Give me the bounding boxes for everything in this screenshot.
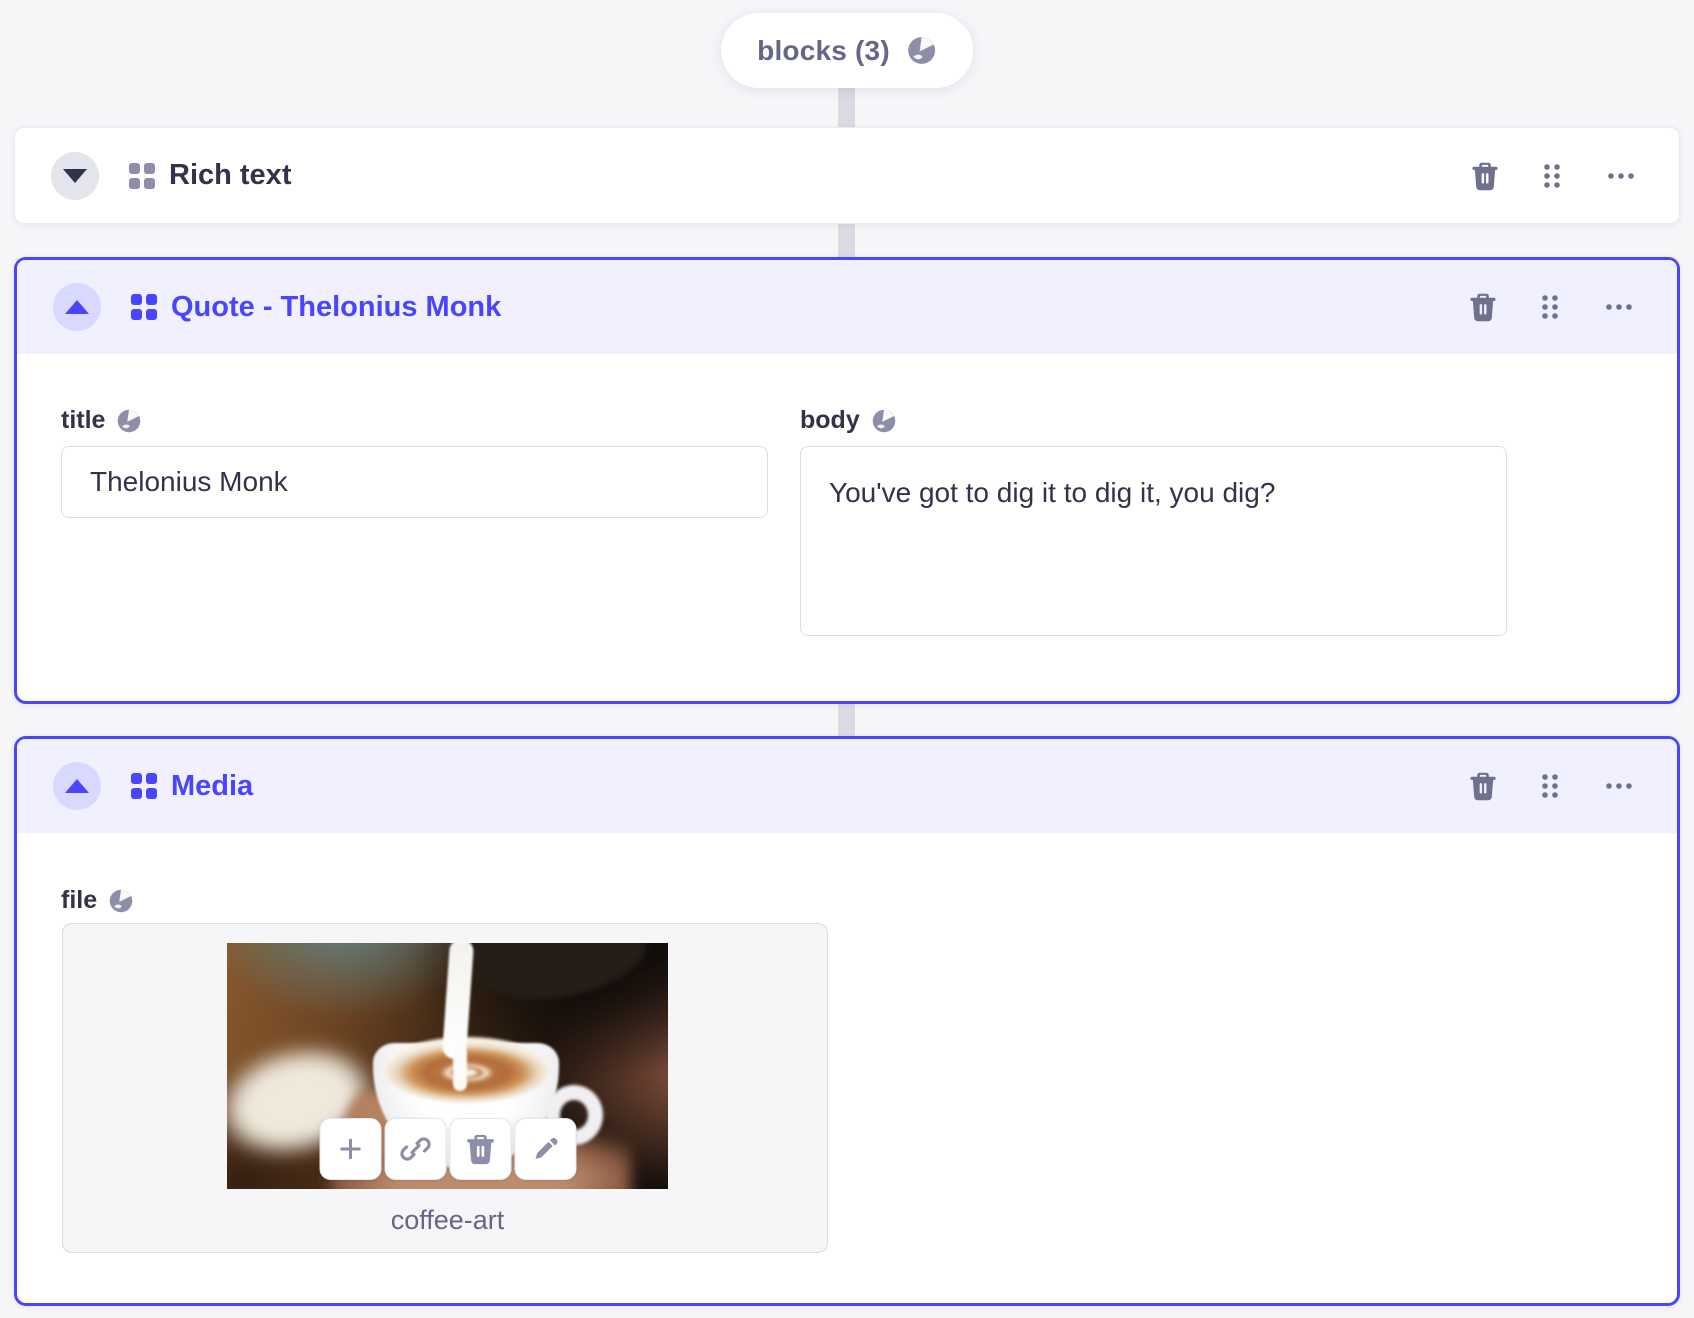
collapse-toggle-button[interactable] [53,283,101,331]
block-connector [838,224,855,258]
ellipsis-icon [1606,304,1632,310]
drag-handle[interactable] [1536,158,1568,194]
more-options-button[interactable] [1601,158,1641,194]
block-grid-icon [131,773,157,799]
delete-block-button[interactable] [1465,288,1501,326]
block-actions [1465,739,1639,833]
media-thumbnail [227,943,668,1189]
block-quote: Quote - Thelonius Monk title Thelonius M… [14,257,1680,704]
plus-icon [340,1139,360,1159]
collapse-toggle-button[interactable] [53,762,101,810]
trash-icon [1470,293,1496,322]
copy-link-button[interactable] [384,1118,446,1180]
block-actions [1465,260,1639,354]
drag-dots-icon [1544,163,1560,188]
chevron-down-icon [63,168,87,183]
body-textarea[interactable]: You've got to dig it to dig it, you dig? [800,446,1507,636]
ellipsis-icon [1608,172,1634,179]
media-filename: coffee-art [390,1205,505,1235]
delete-block-button[interactable] [1465,767,1501,805]
pencil-icon [535,1137,558,1159]
block-media-header[interactable]: Media [17,739,1677,833]
block-title: Quote - Thelonius Monk [171,290,502,323]
field-label-text: file [61,886,98,914]
drag-handle[interactable] [1534,289,1566,325]
block-title: Rich text [169,159,292,191]
drag-dots-icon [1542,774,1558,798]
title-input[interactable] [61,446,768,518]
field-label-title: title [61,406,142,435]
block-grid-icon [129,162,155,189]
trash-icon [466,1134,494,1165]
block-title: Media [171,769,254,802]
more-options-button[interactable] [1599,289,1639,325]
block-actions [1467,128,1641,223]
delete-block-button[interactable] [1467,157,1503,195]
globe-icon [907,37,935,64]
edit-media-button[interactable] [514,1118,576,1180]
drag-handle[interactable] [1534,768,1566,804]
block-connector [838,703,855,737]
blocks-count-label: blocks (3) [757,34,890,66]
photo-latte-art [385,1037,549,1103]
block-media: Media file coffee-art [14,736,1680,1306]
media-action-toolbar [319,1118,576,1180]
field-label-body: body [800,406,897,435]
block-rich-text-header[interactable]: Rich text [15,128,1679,223]
more-options-button[interactable] [1599,768,1639,804]
dynamic-zone-editor: blocks (3) Rich text Quote - Thelonius M… [0,0,1694,1318]
add-media-button[interactable] [319,1118,381,1180]
block-quote-header[interactable]: Quote - Thelonius Monk [17,260,1677,354]
block-grid-icon [131,294,157,320]
drag-dots-icon [1542,295,1558,319]
globe-icon [118,409,141,432]
trash-icon [1472,162,1498,190]
link-icon [399,1137,431,1161]
expand-toggle-button[interactable] [51,151,99,200]
chevron-up-icon [65,779,89,793]
field-label-file: file [61,886,134,915]
photo-milk-drip [453,1047,467,1091]
globe-icon [109,889,133,912]
trash-icon [1470,772,1496,801]
media-file-card: coffee-art [62,923,828,1253]
ellipsis-icon [1606,783,1632,789]
blocks-count-pill: blocks (3) [721,13,973,88]
delete-media-button[interactable] [449,1118,511,1180]
field-label-text: title [61,406,106,434]
chevron-up-icon [65,300,89,314]
block-rich-text: Rich text [14,127,1680,224]
globe-icon [872,409,895,432]
field-label-text: body [800,406,860,434]
